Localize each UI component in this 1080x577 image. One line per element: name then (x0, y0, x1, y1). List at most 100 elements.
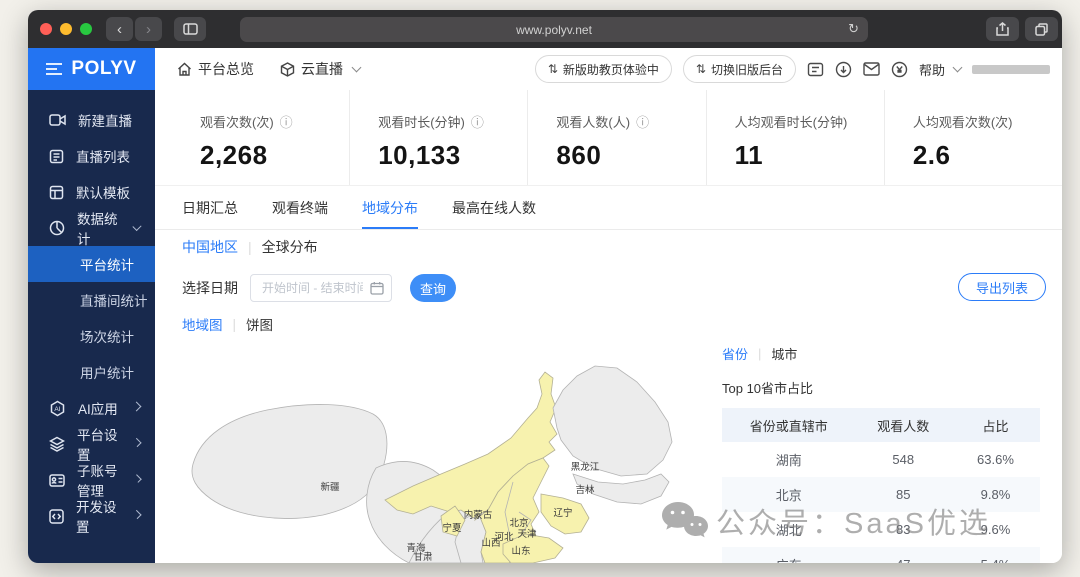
help-menu[interactable]: 帮助 (918, 60, 963, 79)
back-icon: ‹ (117, 20, 122, 38)
sidebar-item-dev-settings[interactable]: 开发设置 (28, 498, 155, 535)
date-range-field[interactable] (260, 280, 365, 296)
toggle-global[interactable]: 全球分布 (262, 237, 318, 257)
close-window-button[interactable] (40, 23, 52, 35)
announcement-icon[interactable] (807, 61, 824, 78)
sidebar-item-data-stats[interactable]: 数据统计 (28, 210, 155, 247)
mail-icon[interactable] (863, 62, 880, 76)
browser-tabs-button[interactable] (1025, 17, 1058, 41)
sidebar-label: 默认模板 (76, 186, 130, 201)
info-icon[interactable]: ⓘ (471, 112, 484, 131)
sidebar-item-room-stats[interactable]: 直播间统计 (28, 282, 155, 318)
export-list-button[interactable]: 导出列表 (957, 273, 1046, 301)
browser-sidebar-button[interactable] (174, 17, 206, 41)
nav-cloud-live[interactable]: 云直播 (280, 59, 362, 79)
sidebar-item-ai-apps[interactable]: AI AI应用 (28, 390, 155, 426)
sidebar-item-session-stats[interactable]: 场次统计 (28, 318, 155, 354)
nav-platform-overview[interactable]: 平台总览 (177, 59, 254, 79)
tab-date-summary[interactable]: 日期汇总 (182, 186, 238, 229)
cell-viewers: 47 (855, 547, 951, 563)
chevron-right-icon (133, 474, 142, 483)
sidebar-label: 场次统计 (80, 330, 134, 345)
toggle-province[interactable]: 省份 (722, 344, 748, 363)
map-label: 河北 (494, 531, 514, 543)
map-label: 新疆 (320, 481, 340, 493)
stat-value: 2,268 (200, 140, 268, 170)
new-assistant-page-button[interactable]: ⇅ 新版助教页体验中 (534, 55, 672, 83)
toggle-china-region[interactable]: 中国地区 (182, 237, 238, 257)
url-text: www.polyv.net (516, 22, 592, 37)
address-bar[interactable]: www.polyv.net ↻ (240, 17, 868, 42)
sidebar-item-platform-settings[interactable]: 平台设置 (28, 426, 155, 463)
map-label: 天津 (517, 529, 537, 540)
zoom-window-button[interactable] (80, 23, 92, 35)
cell-percent: 5.4% (950, 547, 1040, 563)
layers-icon (49, 436, 65, 452)
coin-icon[interactable] (891, 61, 908, 78)
sidebar-label: 用户统计 (80, 366, 134, 381)
stat-label: 观看次数(次) (200, 115, 274, 130)
date-range-input[interactable] (250, 274, 392, 302)
toggle-pie-view[interactable]: 饼图 (246, 314, 273, 334)
chevron-right-icon (132, 437, 142, 448)
chevron-down-icon (132, 221, 142, 232)
toggle-map-view[interactable]: 地域图 (182, 314, 223, 334)
query-button[interactable]: 查询 (410, 274, 456, 302)
stat-avg-duration: 人均观看时长(分钟) 11 (705, 90, 884, 185)
info-icon[interactable]: ⓘ (636, 112, 649, 131)
table-header-row: 省份或直辖市 观看人数 占比 (722, 408, 1040, 442)
pie-chart-icon (49, 220, 65, 236)
sidebar-item-subaccount[interactable]: 子账号管理 (28, 462, 155, 499)
download-icon[interactable] (835, 61, 852, 78)
col-header-viewers: 观看人数 (855, 408, 951, 442)
reload-icon[interactable]: ↻ (848, 21, 859, 37)
province-heilongjiang[interactable] (552, 365, 673, 477)
divider: | (248, 239, 252, 255)
tab-region-distribution[interactable]: 地域分布 (362, 186, 418, 229)
province-xinjiang[interactable] (191, 404, 388, 519)
pill-label: 切换旧版后台 (710, 62, 783, 77)
stat-value: 10,133 (378, 140, 461, 170)
sidebar-label: 直播列表 (76, 150, 130, 165)
toggle-city[interactable]: 城市 (771, 344, 797, 363)
sidebar-item-live-list[interactable]: 直播列表 (28, 138, 155, 174)
map-label: 山东 (511, 545, 530, 557)
sidebar-item-user-stats[interactable]: 用户统计 (28, 354, 155, 390)
stats-tabs: 日期汇总 观看终端 地域分布 最高在线人数 (155, 186, 1062, 230)
svg-text:AI: AI (54, 406, 60, 413)
info-icon[interactable]: ⓘ (280, 112, 293, 131)
sidebar-item-platform-stats[interactable]: 平台统计 (28, 246, 155, 282)
browser-window: ‹ › www.polyv.net ↻ POLYV 平台总览 云直播 ⇅ 新版助… (28, 10, 1062, 563)
tab-max-online[interactable]: 最高在线人数 (452, 186, 536, 229)
col-header-province: 省份或直辖市 (722, 408, 856, 442)
swap-icon: ⇅ (547, 62, 558, 76)
divider: | (232, 316, 237, 332)
template-icon (49, 185, 64, 199)
ranking-table: 省份或直辖市 观看人数 占比 湖南 548 63.6% 北京 85 9.8% 湖… (722, 408, 1040, 563)
cell-viewers: 548 (892, 452, 915, 467)
calendar-icon (370, 282, 384, 295)
sidebar-item-new-live[interactable]: 新建直播 (28, 102, 155, 138)
browser-back-button[interactable]: ‹ (106, 17, 133, 41)
stat-view-duration: 观看时长(分钟) ⓘ 10,133 (349, 90, 527, 185)
date-filter-label: 选择日期 (182, 280, 238, 296)
chevron-right-icon (132, 509, 142, 520)
nav-label: 云直播 (301, 61, 343, 77)
table-row: 湖北 83 9.6% (722, 512, 1040, 547)
stat-value: 11 (734, 140, 764, 170)
cell-percent: 63.6% (977, 452, 1014, 467)
account-name-redacted[interactable] (972, 64, 1050, 74)
browser-titlebar: ‹ › www.polyv.net ↻ (28, 10, 1062, 48)
sidebar-toggle-icon (182, 23, 198, 35)
polyv-logo[interactable]: POLYV (28, 48, 155, 90)
cell-percent: 9.8% (950, 477, 1040, 512)
minimize-window-button[interactable] (60, 23, 72, 35)
switch-old-console-button[interactable]: ⇅ 切换旧版后台 (682, 55, 796, 83)
forward-icon: › (146, 20, 151, 38)
help-label: 帮助 (918, 62, 945, 78)
browser-forward-button[interactable]: › (135, 17, 162, 41)
browser-share-button[interactable] (986, 17, 1019, 41)
tab-view-terminal[interactable]: 观看终端 (272, 186, 328, 229)
sidebar-item-default-template[interactable]: 默认模板 (28, 174, 155, 210)
code-icon (49, 508, 64, 524)
